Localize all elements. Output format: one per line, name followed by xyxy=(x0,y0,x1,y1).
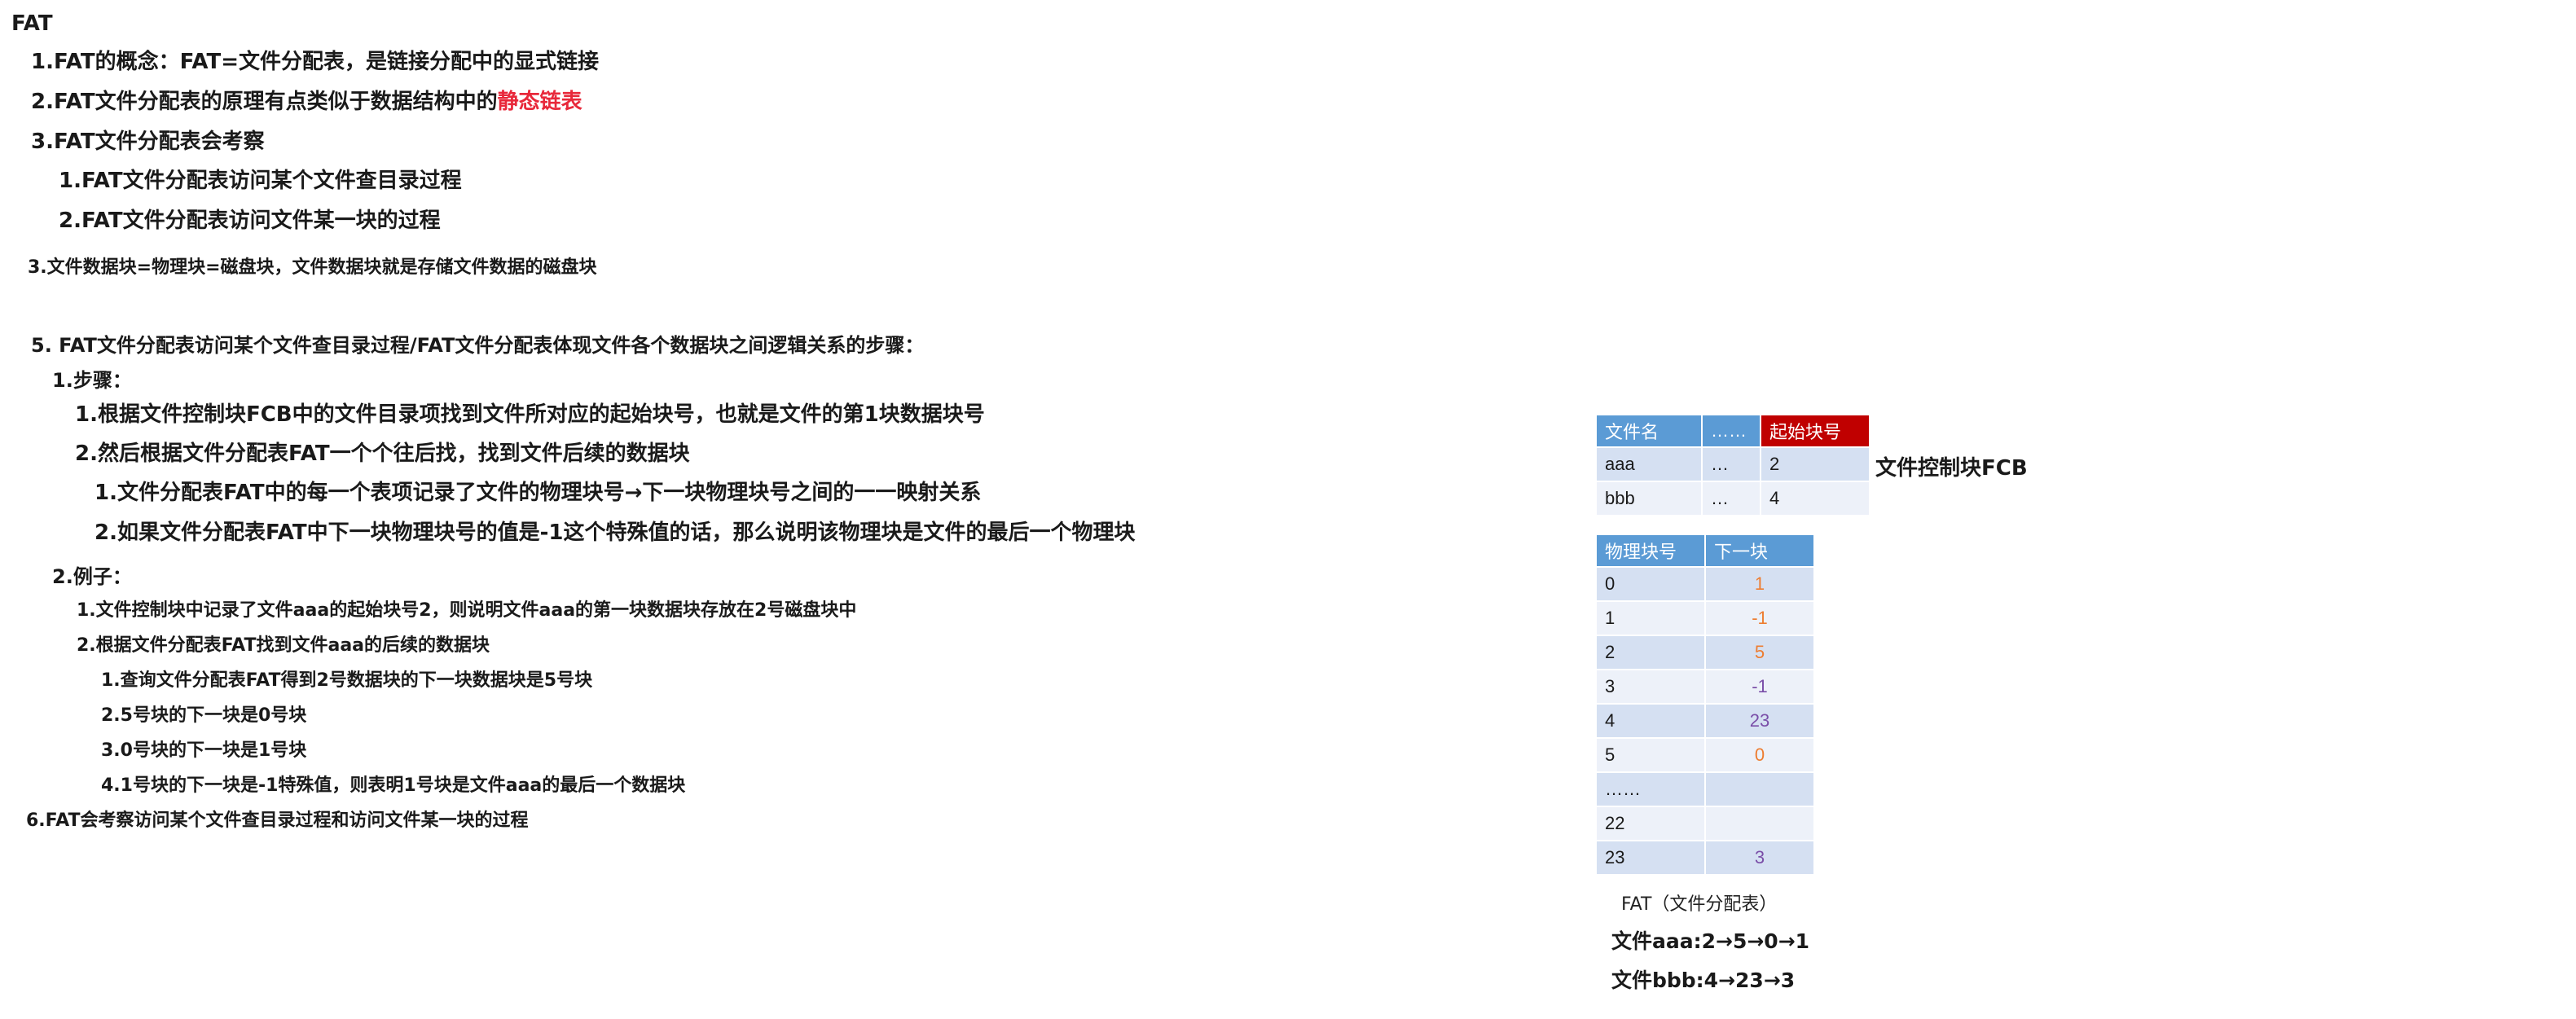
note-example-2: 2.根据文件分配表FAT找到文件aaa的后续的数据块 xyxy=(77,635,490,656)
table-row: 3 -1 xyxy=(1595,669,1815,705)
file-aaa-chain: 文件aaa:2→5→0→1 xyxy=(1611,929,1810,953)
note-example-1: 1.文件控制块中记录了文件aaa的起始块号2，则说明文件aaa的第一块数据块存放… xyxy=(77,600,857,621)
note-steps-label: 1.步骤： xyxy=(52,369,132,392)
file-bbb-chain: 文件bbb:4→23→3 xyxy=(1611,968,1796,992)
fat-cell-next: 23 xyxy=(1704,703,1815,739)
table-row: 50 xyxy=(1595,737,1815,773)
table-row: 23 3 xyxy=(1595,840,1815,876)
fat-cell-block: 23 xyxy=(1595,840,1706,876)
fcb-header-filename: 文件名 xyxy=(1595,414,1703,448)
fat-header-block: 物理块号 xyxy=(1595,534,1706,568)
fat-cell-next: 0 xyxy=(1704,737,1815,773)
static-linked-list-highlight: 静态链表 xyxy=(497,90,582,114)
fat-header-next: 下一块 xyxy=(1704,534,1815,568)
fat-cell-next: -1 xyxy=(1704,600,1815,636)
table-row: bbb … 4 xyxy=(1595,481,1870,516)
note-data-block: 3.文件数据块=物理块=磁盘块，文件数据块就是存储文件数据的磁盘块 xyxy=(28,257,597,278)
table-row: …… xyxy=(1595,771,1815,807)
fat-cell-block: 3 xyxy=(1595,669,1706,705)
table-row: 25 xyxy=(1595,635,1815,670)
fat-cell-next: 3 xyxy=(1704,840,1815,876)
table-row: 01 xyxy=(1595,566,1815,602)
note-step-2: 2.然后根据文件分配表FAT一个个往后找，找到文件后续的数据块 xyxy=(75,441,690,466)
fcb-label: 文件控制块FCB xyxy=(1875,456,2028,481)
note-fat-principle: 2.FAT文件分配表的原理有点类似于数据结构中的静态链表 xyxy=(31,85,582,115)
note-fat-principle-text: 2.FAT文件分配表的原理有点类似于数据结构中的 xyxy=(31,90,498,114)
fat-cell-next: 5 xyxy=(1704,635,1815,670)
fcb-cell-name: aaa xyxy=(1595,446,1703,482)
note-fat-exam-2: 2.FAT文件分配表访问文件某一块的过程 xyxy=(59,209,441,233)
fat-cell-block: 22 xyxy=(1595,806,1706,841)
fat-cell-next: -1 xyxy=(1704,669,1815,705)
fcb-cell-start: 4 xyxy=(1760,481,1870,516)
table-row: aaa … 2 xyxy=(1595,446,1870,482)
note-example-2-3: 3.0号块的下一块是1号块 xyxy=(101,740,307,761)
note-step-1: 1.根据文件控制块FCB中的文件目录项找到文件所对应的起始块号，也就是文件的第1… xyxy=(75,402,985,427)
fat-cell-block: 0 xyxy=(1595,566,1706,602)
fat-caption: FAT（文件分配表） xyxy=(1621,894,1778,915)
fat-cell-block: 2 xyxy=(1595,635,1706,670)
fcb-header-ellipsis: …… xyxy=(1701,414,1761,448)
note-example-2-4: 4.1号块的下一块是-1特殊值，则表明1号块是文件aaa的最后一个数据块 xyxy=(101,775,686,796)
fat-header-row: 物理块号 下一块 xyxy=(1595,534,1815,568)
notes-title: FAT xyxy=(11,11,53,36)
note-example-label: 2.例子： xyxy=(52,565,132,588)
note-steps-heading: 5. FAT文件分配表访问某个文件查目录过程/FAT文件分配表体现文件各个数据块… xyxy=(31,334,925,357)
fat-cell-next xyxy=(1704,771,1815,807)
note-fat-exam: 3.FAT文件分配表会考察 xyxy=(31,130,265,154)
table-row: 1 -1 xyxy=(1595,600,1815,636)
fcb-cell-start: 2 xyxy=(1760,446,1870,482)
note-step-2-2: 2.如果文件分配表FAT中下一块物理块号的值是-1这个特殊值的话，那么说明该物理… xyxy=(95,520,1136,545)
table-row: 4 23 xyxy=(1595,703,1815,739)
fcb-cell-name: bbb xyxy=(1595,481,1703,516)
fat-cell-block: 4 xyxy=(1595,703,1706,739)
fcb-header-row: 文件名 …… 起始块号 xyxy=(1595,414,1870,448)
table-row: 22 xyxy=(1595,806,1815,841)
fcb-table: 文件名 …… 起始块号 aaa … 2 bbb … 4 xyxy=(1595,414,1870,516)
note-step-2-1: 1.文件分配表FAT中的每一个表项记录了文件的物理块号→下一块物理块号之间的一一… xyxy=(95,481,982,505)
fcb-cell-ellipsis: … xyxy=(1701,446,1761,482)
fat-cell-block: 1 xyxy=(1595,600,1706,636)
note-fat-exam-1: 1.FAT文件分配表访问某个文件查目录过程 xyxy=(59,169,462,193)
note-example-2-2: 2.5号块的下一块是0号块 xyxy=(101,705,307,726)
fat-cell-block: 5 xyxy=(1595,737,1706,773)
fcb-cell-ellipsis: … xyxy=(1701,481,1761,516)
fat-cell-next xyxy=(1704,806,1815,841)
note-fat-concept: 1.FAT的概念：FAT=文件分配表，是链接分配中的显式链接 xyxy=(31,50,599,74)
fat-cell-next: 1 xyxy=(1704,566,1815,602)
note-example-2-1: 1.查询文件分配表FAT得到2号数据块的下一块数据块是5号块 xyxy=(101,670,593,691)
fat-table: 物理块号 下一块 01 1 -1 25 3 -1 4 23 50 …… 22 23 3 xyxy=(1595,534,1815,876)
note-exam-summary: 6.FAT会考察访问某个文件查目录过程和访问文件某一块的过程 xyxy=(26,810,529,831)
fcb-header-start-block: 起始块号 xyxy=(1760,414,1870,448)
fat-cell-block: …… xyxy=(1595,771,1706,807)
